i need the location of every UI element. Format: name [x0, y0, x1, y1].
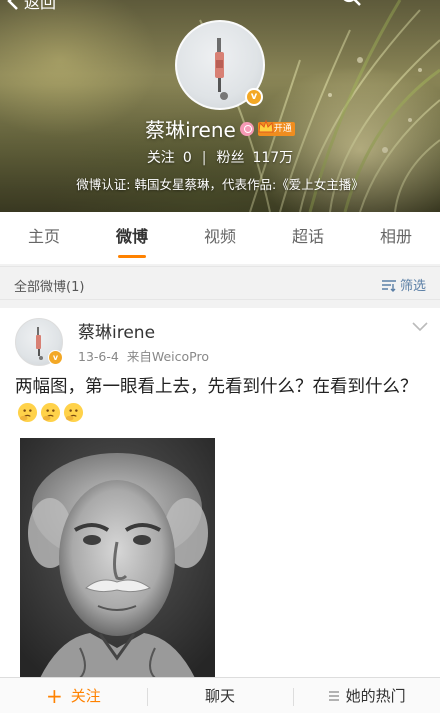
follow-button[interactable]: + 关注 — [0, 678, 147, 713]
filter-icon — [381, 279, 396, 292]
tab-super-topic[interactable]: 超话 — [264, 212, 352, 264]
search-icon[interactable] — [340, 0, 362, 10]
following-stat[interactable]: 关注 0 — [147, 150, 192, 166]
hot-posts-button[interactable]: 她的热门 — [293, 678, 440, 713]
profile-name: 蔡琳irene — [145, 118, 236, 142]
thinking-emoji-icon — [40, 402, 61, 423]
crown-icon — [258, 118, 274, 132]
follow-button-label: 关注 — [70, 687, 101, 705]
thinking-emoji-icon — [63, 402, 84, 423]
illusion-portrait-image — [20, 438, 215, 678]
chevron-down-icon[interactable] — [412, 322, 428, 332]
back-button[interactable]: 返回 — [6, 0, 56, 12]
profile-stats: 关注 0 | 粉丝 117万 — [146, 150, 294, 166]
vip-label: 开通 — [273, 123, 292, 134]
verified-badge-icon: v — [48, 350, 63, 365]
all-posts-label[interactable]: 全部微博(1) — [14, 276, 84, 295]
tab-weibo[interactable]: 微博 — [88, 212, 176, 264]
chat-button[interactable]: 聊天 — [146, 678, 294, 713]
vip-badge[interactable]: 开通 — [257, 118, 295, 136]
verified-badge-icon: v — [245, 88, 263, 106]
female-icon — [239, 121, 254, 136]
bottom-action-bar: + 关注 聊天 她的热门 — [0, 677, 440, 713]
verification-text: 微博认证: 韩国女星蔡琳，代表作品:《爱上女主播》 — [76, 177, 364, 192]
post-meta: 13-6-4 来自WeicoPro — [78, 346, 209, 365]
plus-icon: + — [45, 683, 63, 708]
profile-name-row: 蔡琳irene 开通 — [0, 114, 440, 143]
post-date: 13-6-4 — [78, 349, 119, 364]
tab-home[interactable]: 主页 — [0, 212, 88, 264]
fans-stat[interactable]: 粉丝 117万 — [216, 150, 293, 166]
filter-button[interactable]: 筛选 — [381, 275, 426, 294]
filter-label: 筛选 — [399, 279, 426, 294]
list-icon — [328, 690, 339, 701]
post-text: 两幅图，第一眼看上去，先看到什么？在看到什么？ — [15, 374, 425, 428]
post-card[interactable]: v 蔡琳irene 13-6-4 来自WeicoPro 两幅图，第一眼看上去，先看… — [0, 308, 440, 713]
tab-video[interactable]: 视频 — [176, 212, 264, 264]
chevron-left-icon — [7, 0, 18, 10]
tab-album[interactable]: 相册 — [352, 212, 440, 264]
thinking-emoji-icon — [17, 402, 38, 423]
post-source: 来自WeicoPro — [126, 349, 209, 364]
chat-button-label: 聊天 — [205, 687, 236, 705]
hot-posts-label: 她的热门 — [345, 687, 406, 705]
profile-tabs: 主页 微博 视频 超话 相册 — [0, 212, 440, 264]
post-author-name[interactable]: 蔡琳irene — [78, 318, 155, 343]
post-image[interactable] — [20, 438, 215, 678]
filter-bar: 全部微博(1) 筛选 — [0, 266, 440, 300]
back-label: 返回 — [24, 0, 57, 12]
